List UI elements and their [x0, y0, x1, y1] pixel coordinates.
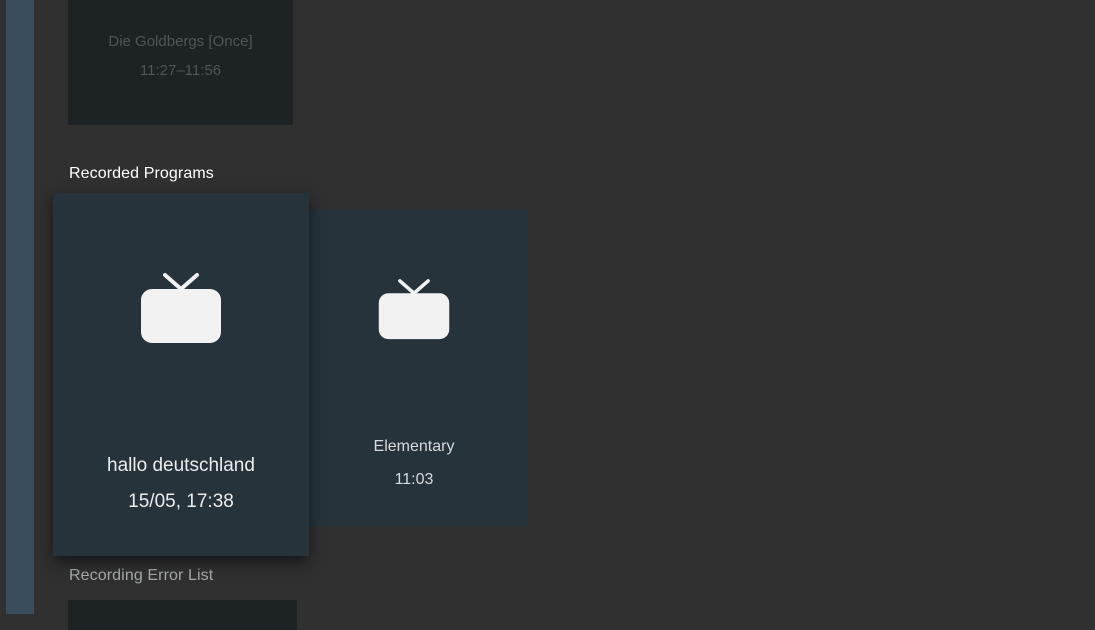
recording-error-list-header: Recording Error List	[69, 567, 214, 584]
tv-icon	[378, 279, 450, 340]
recorded-program-title: Elementary	[373, 438, 455, 455]
recorded-program-title: hallo deutschland	[107, 455, 255, 476]
scheduled-recording-card[interactable]: Die Goldbergs [Once] 11:27–11:56	[68, 0, 293, 125]
side-nav-rail	[0, 0, 34, 614]
recorded-programs-header: Recorded Programs	[69, 165, 214, 182]
side-nav-collapsed[interactable]	[6, 0, 34, 614]
scheduled-recording-title: Die Goldbergs [Once]	[108, 33, 253, 50]
recorded-program-card[interactable]: Elementary 11:03	[300, 209, 528, 526]
tv-icon	[141, 273, 221, 343]
recorded-program-time: 15/05, 17:38	[128, 491, 234, 512]
recorded-program-card-focused[interactable]: hallo deutschland 15/05, 17:38	[53, 193, 309, 556]
recorded-program-time: 11:03	[394, 471, 434, 488]
recording-error-card[interactable]	[68, 600, 297, 630]
scheduled-recording-time: 11:27–11:56	[139, 62, 222, 79]
